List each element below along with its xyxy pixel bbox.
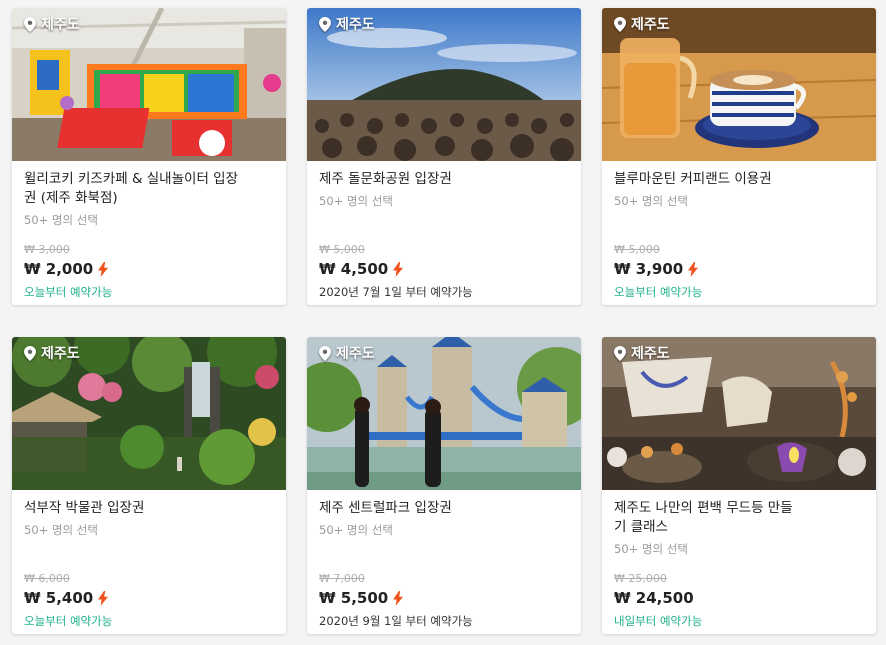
popularity-label: 50+ 명의 선택 [24, 523, 98, 537]
product-image[interactable]: 제주도 [602, 337, 876, 490]
sale-price-text: ₩ 24,500 [614, 589, 694, 607]
sale-price-text: ₩ 5,500 [319, 589, 389, 607]
sale-price: ₩ 3,900 [614, 260, 699, 278]
sale-price-text: ₩ 2,000 [24, 260, 94, 278]
original-price: ₩ 7,000 [319, 572, 365, 585]
sale-price: ₩ 5,400 [24, 589, 109, 607]
availability-label: 2020년 7월 1일 부터 예약가능 [319, 285, 473, 299]
sale-price-text: ₩ 3,900 [614, 260, 684, 278]
map-pin-icon [24, 16, 36, 32]
product-card[interactable]: 제주도 석부작 박물관 입장권 50+ 명의 선택 ₩ 6,000 ₩ 5,40… [12, 337, 286, 634]
product-image[interactable]: 제주도 [307, 8, 581, 161]
original-price: ₩ 5,000 [614, 243, 660, 256]
product-title[interactable]: 윌리코키 키즈카페 & 실내놀이터 입장권 (제주 화북점) [24, 170, 244, 208]
map-pin-icon [614, 16, 626, 32]
location-text: 제주도 [336, 346, 375, 362]
product-image[interactable]: 제주도 [12, 337, 286, 490]
sale-price: ₩ 5,500 [319, 589, 404, 607]
product-title[interactable]: 제주 돌문화공원 입장권 [319, 170, 569, 189]
popularity-label: 50+ 명의 선택 [319, 194, 393, 208]
lightning-bolt-icon [393, 590, 404, 606]
availability-label: 내일부터 예약가능 [614, 614, 703, 628]
popularity-label: 50+ 명의 선택 [319, 523, 393, 537]
availability-label: 오늘부터 예약가능 [614, 285, 703, 299]
map-pin-icon [319, 16, 331, 32]
product-card[interactable]: 제주도 제주 센트럴파크 입장권 50+ 명의 선택 ₩ 7,000 ₩ 5,5… [307, 337, 581, 634]
sale-price: ₩ 2,000 [24, 260, 109, 278]
product-title[interactable]: 석부작 박물관 입장권 [24, 499, 274, 518]
location-text: 제주도 [631, 17, 670, 33]
product-image[interactable]: 제주도 [12, 8, 286, 161]
availability-label: 2020년 9월 1일 부터 예약가능 [319, 614, 473, 628]
product-card[interactable]: 제주도 제주도 나만의 편백 무드등 만들기 클래스 50+ 명의 선택 ₩ 2… [602, 337, 876, 634]
original-price: ₩ 25,000 [614, 572, 667, 585]
availability-label: 오늘부터 예약가능 [24, 614, 113, 628]
product-card[interactable]: 제주도 블루마운틴 커피랜드 이용권 50+ 명의 선택 ₩ 5,000 ₩ 3… [602, 8, 876, 305]
sale-price-text: ₩ 5,400 [24, 589, 94, 607]
location-label: 제주도 [24, 14, 80, 34]
location-text: 제주도 [41, 17, 80, 33]
lightning-bolt-icon [98, 261, 109, 277]
product-title[interactable]: 제주 센트럴파크 입장권 [319, 499, 569, 518]
location-label: 제주도 [614, 343, 670, 363]
lightning-bolt-icon [393, 261, 404, 277]
lightning-bolt-icon [98, 590, 109, 606]
original-price: ₩ 3,000 [24, 243, 70, 256]
product-title[interactable]: 블루마운틴 커피랜드 이용권 [614, 170, 864, 189]
map-pin-icon [24, 345, 36, 361]
product-title[interactable]: 제주도 나만의 편백 무드등 만들기 클래스 [614, 499, 794, 537]
product-image[interactable]: 제주도 [307, 337, 581, 490]
lightning-bolt-icon [688, 261, 699, 277]
sale-price: ₩ 24,500 [614, 589, 694, 607]
map-pin-icon [319, 345, 331, 361]
product-card[interactable]: 제주도 윌리코키 키즈카페 & 실내놀이터 입장권 (제주 화북점) 50+ 명… [12, 8, 286, 305]
popularity-label: 50+ 명의 선택 [614, 542, 688, 556]
location-text: 제주도 [41, 346, 80, 362]
location-text: 제주도 [336, 17, 375, 33]
product-card[interactable]: 제주도 제주 돌문화공원 입장권 50+ 명의 선택 ₩ 5,000 ₩ 4,5… [307, 8, 581, 305]
original-price: ₩ 5,000 [319, 243, 365, 256]
location-label: 제주도 [24, 343, 80, 363]
popularity-label: 50+ 명의 선택 [614, 194, 688, 208]
original-price: ₩ 6,000 [24, 572, 70, 585]
map-pin-icon [614, 345, 626, 361]
location-label: 제주도 [319, 14, 375, 34]
location-label: 제주도 [319, 343, 375, 363]
sale-price: ₩ 4,500 [319, 260, 404, 278]
availability-label: 오늘부터 예약가능 [24, 285, 113, 299]
popularity-label: 50+ 명의 선택 [24, 213, 98, 227]
sale-price-text: ₩ 4,500 [319, 260, 389, 278]
product-image[interactable]: 제주도 [602, 8, 876, 161]
location-label: 제주도 [614, 14, 670, 34]
location-text: 제주도 [631, 346, 670, 362]
